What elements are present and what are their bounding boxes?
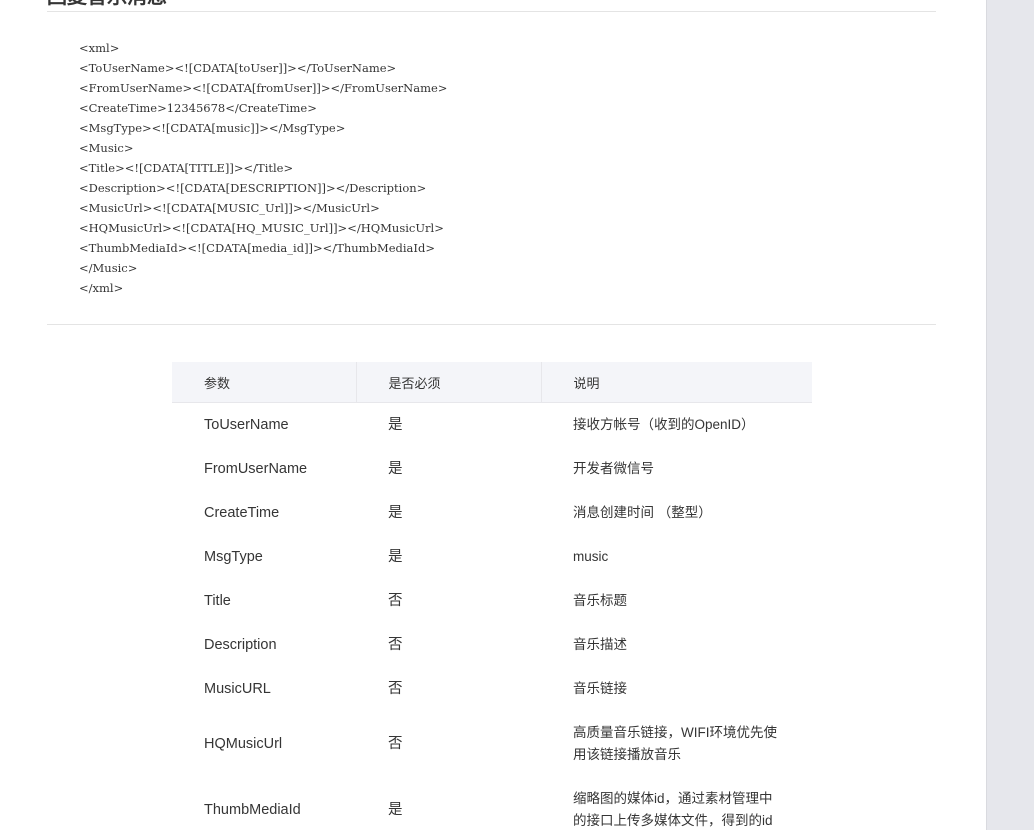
table-row: Description 否 音乐描述 [172, 623, 812, 667]
table-row: FromUserName 是 开发者微信号 [172, 447, 812, 491]
param-required: 是 [388, 549, 403, 565]
code-line: <Music> [79, 141, 134, 155]
param-name: Title [204, 593, 231, 609]
param-description: 音乐描述 [573, 637, 627, 652]
param-required: 是 [388, 505, 403, 521]
code-line: <Description><![CDATA[DESCRIPTION]]></De… [79, 181, 427, 195]
param-description: 消息创建时间 （整型） [573, 505, 712, 520]
code-line: <CreateTime>12345678</CreateTime> [79, 101, 317, 115]
code-line: <MsgType><![CDATA[music]]></MsgType> [79, 121, 346, 135]
section-heading: 回复音乐消息 [47, 0, 167, 8]
param-name: FromUserName [204, 461, 308, 477]
table-row: CreateTime 是 消息创建时间 （整型） [172, 491, 812, 535]
param-description: 开发者微信号 [573, 461, 654, 476]
param-description: 接收方帐号（收到的OpenID） [573, 417, 755, 432]
code-line: <ToUserName><![CDATA[toUser]]></ToUserNa… [79, 61, 397, 75]
code-line: <Title><![CDATA[TITLE]]></Title> [79, 161, 294, 175]
param-name: Description [204, 637, 277, 653]
param-name: HQMusicUrl [204, 736, 283, 752]
code-line: <xml> [79, 41, 120, 55]
table-row: HQMusicUrl 否 高质量音乐链接，WIFI环境优先使用该链接播放音乐 [172, 711, 812, 777]
table-row: ThumbMediaId 是 缩略图的媒体id，通过素材管理中的接口上传多媒体文… [172, 777, 812, 830]
param-required: 是 [388, 802, 403, 818]
table-row: MusicURL 否 音乐链接 [172, 667, 812, 711]
param-description: music [573, 549, 609, 564]
section-divider [47, 324, 936, 325]
code-line: <FromUserName><![CDATA[fromUser]]></From… [79, 81, 448, 95]
header-required: 是否必须 [356, 362, 542, 403]
param-required: 否 [388, 593, 403, 609]
param-description: 音乐链接 [573, 681, 627, 696]
code-line: </xml> [79, 281, 124, 295]
right-side-panel [986, 0, 1034, 830]
header-param: 参数 [172, 362, 357, 403]
table-row: MsgType 是 music [172, 535, 812, 579]
param-name: ToUserName [204, 417, 289, 433]
param-name: CreateTime [204, 505, 280, 521]
param-description: 音乐标题 [573, 593, 627, 608]
doc-content: 回复音乐消息 <xml> <ToUserName><![CDATA[toUser… [0, 0, 986, 830]
xml-code-block: <xml> <ToUserName><![CDATA[toUser]]></To… [79, 38, 447, 298]
code-line: </Music> [79, 261, 138, 275]
table-row: Title 否 音乐标题 [172, 579, 812, 623]
header-description: 说明 [541, 362, 812, 403]
table-row: ToUserName 是 接收方帐号（收到的OpenID） [172, 403, 812, 448]
param-required: 是 [388, 417, 403, 433]
code-line: <MusicUrl><![CDATA[MUSIC_Url]]></MusicUr… [79, 201, 380, 215]
param-description: 高质量音乐链接，WIFI环境优先使用该链接播放音乐 [573, 725, 777, 762]
code-line: <ThumbMediaId><![CDATA[media_id]]></Thum… [79, 241, 435, 255]
param-description: 缩略图的媒体id，通过素材管理中的接口上传多媒体文件，得到的id [573, 791, 773, 828]
code-line: <HQMusicUrl><![CDATA[HQ_MUSIC_Url]]></HQ… [79, 221, 444, 235]
param-required: 否 [388, 736, 403, 752]
parameter-table: 参数 是否必须 说明 ToUserName 是 接收方帐号（收到的OpenID）… [172, 362, 812, 830]
param-required: 是 [388, 461, 403, 477]
param-required: 否 [388, 637, 403, 653]
param-name: MsgType [204, 549, 263, 565]
table-header-row: 参数 是否必须 说明 [172, 362, 812, 403]
param-name: ThumbMediaId [204, 802, 301, 818]
param-required: 否 [388, 681, 403, 697]
heading-divider [47, 11, 936, 12]
param-name: MusicURL [204, 681, 271, 697]
